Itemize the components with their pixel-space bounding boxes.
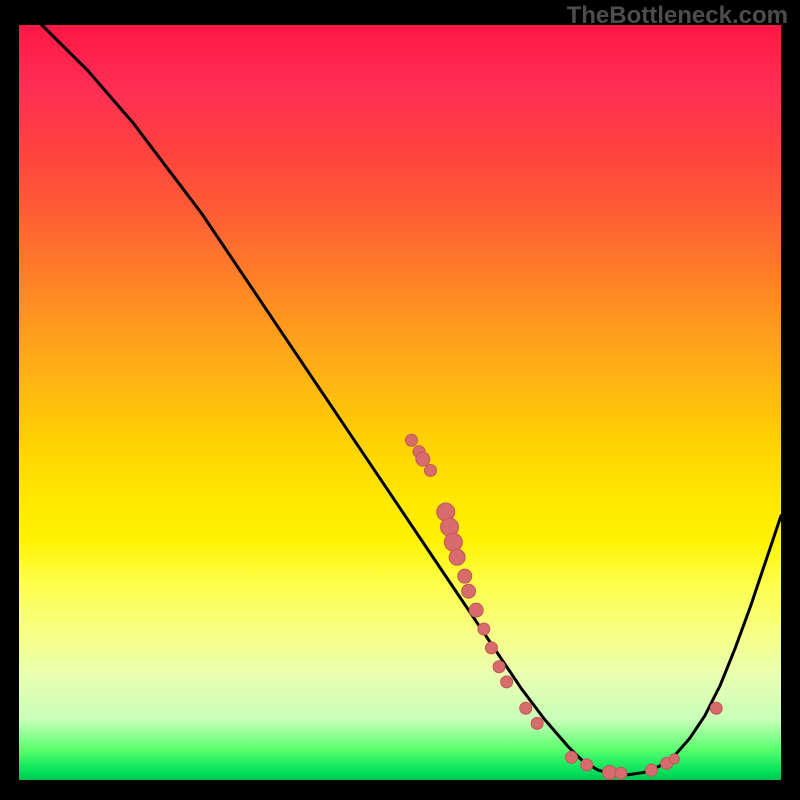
data-point [493,661,505,673]
data-point [449,549,465,565]
data-point [581,759,593,771]
data-point [710,702,722,714]
data-point [458,569,472,583]
data-point [478,623,490,635]
data-point [531,717,543,729]
data-point [645,764,657,776]
chart-container: TheBottleneck.com [0,0,800,800]
data-point [424,464,436,476]
watermark-text: TheBottleneck.com [567,2,788,30]
data-point [469,603,483,617]
bottleneck-curve [19,25,781,775]
data-point [462,584,476,598]
data-point [565,751,577,763]
data-point [603,765,617,779]
plot-area [19,25,781,780]
data-point [669,754,679,764]
data-point [405,434,417,446]
data-point [615,767,627,779]
data-point [501,676,513,688]
data-point [416,452,430,466]
data-point [485,642,497,654]
data-point [520,702,532,714]
curve-layer [19,25,781,780]
data-point [444,533,462,551]
